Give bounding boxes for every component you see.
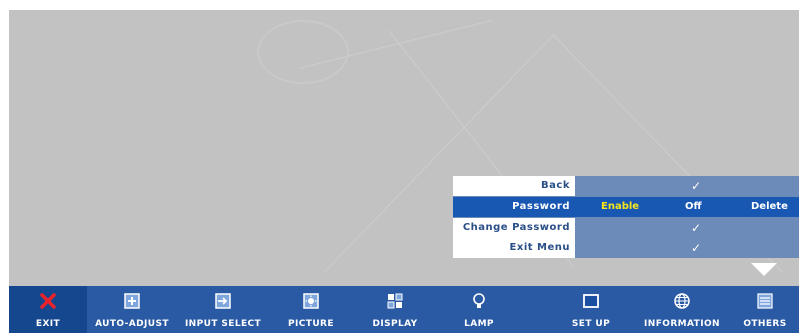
toolbar-setup[interactable]: SET UP (549, 286, 633, 333)
menu-item-change-password[interactable]: Change Password ✓ (453, 218, 799, 238)
checkmark-icon: ✓ (690, 221, 702, 235)
toolbar-label: PICTURE (288, 319, 334, 329)
watermark-logo (257, 20, 349, 84)
menu-item-password[interactable]: Password Enable Off Delete (453, 197, 799, 217)
toolbar-input-select[interactable]: INPUT SELECT (177, 286, 269, 333)
toolbar-label: LAMP (464, 319, 494, 329)
toolbar-picture[interactable]: PICTURE (269, 286, 353, 333)
toolbar-label: OTHERS (743, 319, 787, 329)
toolbar-display[interactable]: DISPLAY (353, 286, 437, 333)
checkmark-icon: ✓ (690, 179, 702, 193)
main-toolbar: EXIT AUTO-ADJUST INPUT SELECT PICTURE DI… (9, 286, 799, 333)
menu-item-label: Password (453, 197, 575, 217)
toolbar-lamp[interactable]: LAMP (437, 286, 521, 333)
setup-icon (583, 294, 599, 308)
toolbar-label: SET UP (571, 319, 611, 329)
menu-item-label: Back (453, 176, 575, 196)
password-option-enable[interactable]: Enable (601, 197, 639, 217)
lamp-icon (473, 293, 485, 308)
toolbar-label: DISPLAY (372, 319, 418, 329)
scroll-down-icon[interactable] (751, 263, 777, 276)
toolbar-label: AUTO-ADJUST (95, 319, 169, 329)
password-option-delete[interactable]: Delete (751, 197, 788, 217)
toolbar-information[interactable]: INFORMATION (633, 286, 731, 333)
menu-item-label: Change Password (453, 218, 575, 238)
auto-adjust-icon (124, 293, 140, 309)
toolbar-label: INPUT SELECT (184, 319, 262, 329)
picture-icon (303, 293, 319, 309)
toolbar-label: EXIT (35, 319, 61, 329)
information-icon (674, 293, 690, 309)
menu-item-exit-menu[interactable]: Exit Menu ✓ (453, 238, 799, 258)
menu-item-label: Exit Menu (453, 238, 575, 258)
toolbar-label: INFORMATION (644, 319, 720, 329)
menu-item-back[interactable]: Back ✓ (453, 176, 799, 196)
password-option-off[interactable]: Off (685, 197, 702, 217)
display-icon (387, 293, 403, 309)
close-icon (40, 293, 56, 309)
checkmark-icon: ✓ (690, 241, 702, 255)
toolbar-exit[interactable]: EXIT (9, 286, 87, 333)
security-submenu: Back ✓ Password Enable Off Delete Change… (453, 176, 799, 258)
toolbar-auto-adjust[interactable]: AUTO-ADJUST (87, 286, 177, 333)
toolbar-others[interactable]: OTHERS (731, 286, 799, 333)
input-select-icon (215, 293, 231, 309)
others-icon (757, 293, 773, 309)
